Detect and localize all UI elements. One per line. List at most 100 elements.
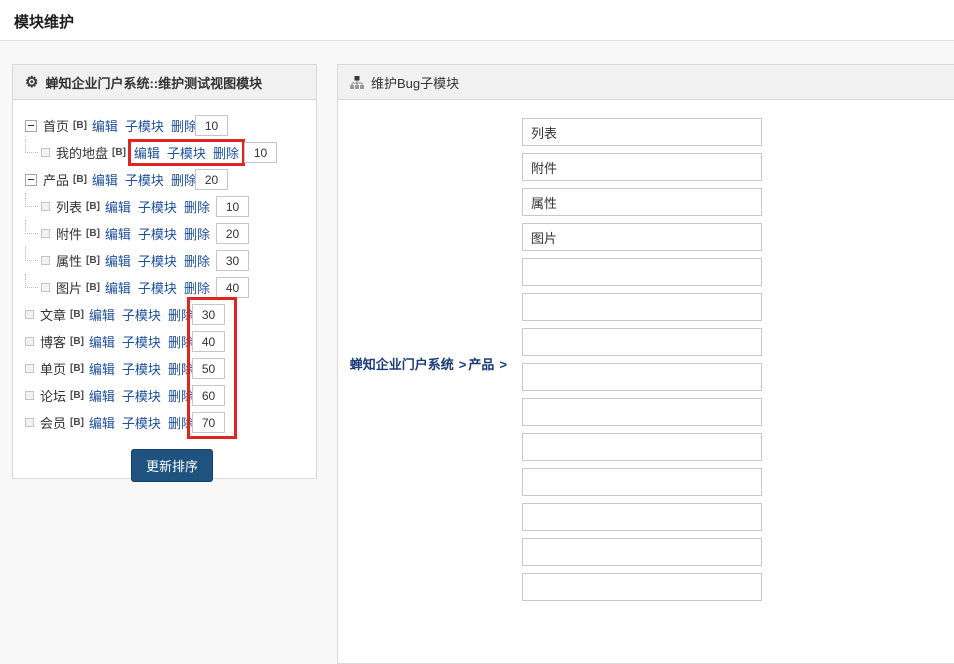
submodule-name-input[interactable] (522, 363, 762, 391)
delete-link[interactable]: 删除 (168, 413, 194, 432)
delete-link[interactable]: 删除 (168, 332, 194, 351)
submodule-link[interactable]: 子模块 (122, 386, 161, 405)
module-tag: [B] (86, 201, 100, 212)
submodule-link[interactable]: 子模块 (122, 413, 161, 432)
sort-order-input[interactable] (192, 412, 225, 433)
edit-link[interactable]: 编辑 (89, 413, 115, 432)
submodule-link[interactable]: 子模块 (167, 143, 206, 162)
module-tag: [B] (112, 147, 126, 158)
submodule-link[interactable]: 子模块 (122, 359, 161, 378)
submodule-name-input[interactable] (522, 118, 762, 146)
submodule-link[interactable]: 子模块 (122, 305, 161, 324)
delete-link[interactable]: 删除 (184, 278, 210, 297)
edit-link[interactable]: 编辑 (105, 278, 131, 297)
edit-link[interactable]: 编辑 (134, 143, 160, 162)
update-sort-button[interactable]: 更新排序 (131, 449, 214, 482)
module-links: 编辑 子模块 删除 (92, 170, 197, 189)
leaf-node-icon (25, 364, 34, 373)
leaf-node-icon (41, 283, 50, 292)
module-name: 列表 (56, 200, 83, 215)
module-tag: [B] (70, 390, 84, 401)
delete-link[interactable]: 删除 (171, 170, 197, 189)
edit-link[interactable]: 编辑 (105, 197, 131, 216)
sort-order-input[interactable] (216, 196, 249, 217)
delete-link[interactable]: 删除 (168, 386, 194, 405)
breadcrumb: 蝉知企业门户系统 > 产品 > (350, 354, 509, 373)
submodule-name-input[interactable] (522, 328, 762, 356)
delete-link[interactable]: 删除 (171, 116, 197, 135)
submodule-name-input[interactable] (522, 468, 762, 496)
leaf-node-icon (41, 229, 50, 238)
submodule-name-input[interactable] (522, 258, 762, 286)
leaf-node-icon (41, 256, 50, 265)
tree-connector (25, 193, 38, 207)
submodule-link[interactable]: 子模块 (138, 197, 177, 216)
delete-link[interactable]: 删除 (168, 305, 194, 324)
sort-order-input[interactable] (192, 385, 225, 406)
sort-order-input[interactable] (216, 277, 249, 298)
submodule-form-panel: 维护Bug子模块 蝉知企业门户系统 > 产品 > (337, 64, 954, 664)
module-links: 编辑 子模块 删除 (92, 116, 197, 135)
submodule-link[interactable]: 子模块 (138, 278, 177, 297)
module-name: 博客 (40, 335, 67, 350)
delete-link[interactable]: 删除 (168, 359, 194, 378)
module-links: 编辑 子模块 删除 (105, 278, 210, 297)
sort-order-input[interactable] (195, 115, 228, 136)
leaf-node-icon (25, 337, 34, 346)
module-name: 属性 (56, 254, 83, 269)
module-tag: [B] (86, 228, 100, 239)
submodule-name-input[interactable] (522, 223, 762, 251)
tree-row: 产品 [B] 编辑 子模块 删除 (23, 166, 306, 193)
breadcrumb-current-link[interactable]: 产品 (468, 357, 494, 372)
submodule-name-input[interactable] (522, 153, 762, 181)
edit-link[interactable]: 编辑 (89, 386, 115, 405)
sort-order-input[interactable] (195, 169, 228, 190)
sort-order-input[interactable] (192, 304, 225, 325)
edit-link[interactable]: 编辑 (89, 359, 115, 378)
edit-link[interactable]: 编辑 (105, 251, 131, 270)
submodule-name-input[interactable] (522, 503, 762, 531)
submodule-link[interactable]: 子模块 (138, 224, 177, 243)
edit-link[interactable]: 编辑 (89, 305, 115, 324)
edit-link[interactable]: 编辑 (92, 170, 118, 189)
submodule-link[interactable]: 子模块 (125, 116, 164, 135)
submodule-link[interactable]: 子模块 (138, 251, 177, 270)
delete-link[interactable]: 删除 (213, 143, 239, 162)
submodule-name-input[interactable] (522, 398, 762, 426)
tree-row: 首页 [B] 编辑 子模块 删除 (23, 112, 306, 139)
edit-link[interactable]: 编辑 (92, 116, 118, 135)
edit-link[interactable]: 编辑 (89, 332, 115, 351)
collapse-toggle-icon[interactable] (25, 173, 37, 186)
sort-order-input[interactable] (244, 142, 277, 163)
submodule-name-input[interactable] (522, 573, 762, 601)
tree-connector (25, 247, 38, 261)
sort-order-input[interactable] (216, 250, 249, 271)
module-name: 图片 (56, 281, 83, 296)
tree-row: 文章 [B] 编辑 子模块 删除 (23, 301, 306, 328)
leaf-node-icon (41, 202, 50, 211)
submodule-name-input[interactable] (522, 188, 762, 216)
submodule-name-input[interactable] (522, 538, 762, 566)
delete-link[interactable]: 删除 (184, 224, 210, 243)
delete-link[interactable]: 删除 (184, 197, 210, 216)
breadcrumb-root-link[interactable]: 蝉知企业门户系统 (350, 357, 454, 372)
sitemap-icon (350, 75, 364, 89)
submodule-link[interactable]: 子模块 (122, 332, 161, 351)
module-tag: [B] (86, 255, 100, 266)
module-links: 编辑 子模块 删除 (105, 251, 210, 270)
edit-link[interactable]: 编辑 (105, 224, 131, 243)
module-links: 编辑 子模块 删除 (89, 305, 194, 324)
sort-order-input[interactable] (192, 331, 225, 352)
module-name: 产品 (43, 173, 70, 188)
submodule-name-input[interactable] (522, 293, 762, 321)
sort-order-input[interactable] (192, 358, 225, 379)
submodule-name-input[interactable] (522, 433, 762, 461)
submodule-link[interactable]: 子模块 (125, 170, 164, 189)
collapse-toggle-icon[interactable] (25, 119, 37, 132)
tree-row: 图片 [B] 编辑 子模块 删除 (23, 274, 306, 301)
tree-row: 单页 [B] 编辑 子模块 删除 (23, 355, 306, 382)
breadcrumb-separator: > (499, 356, 507, 372)
delete-link[interactable]: 删除 (184, 251, 210, 270)
module-name: 论坛 (40, 389, 67, 404)
sort-order-input[interactable] (216, 223, 249, 244)
